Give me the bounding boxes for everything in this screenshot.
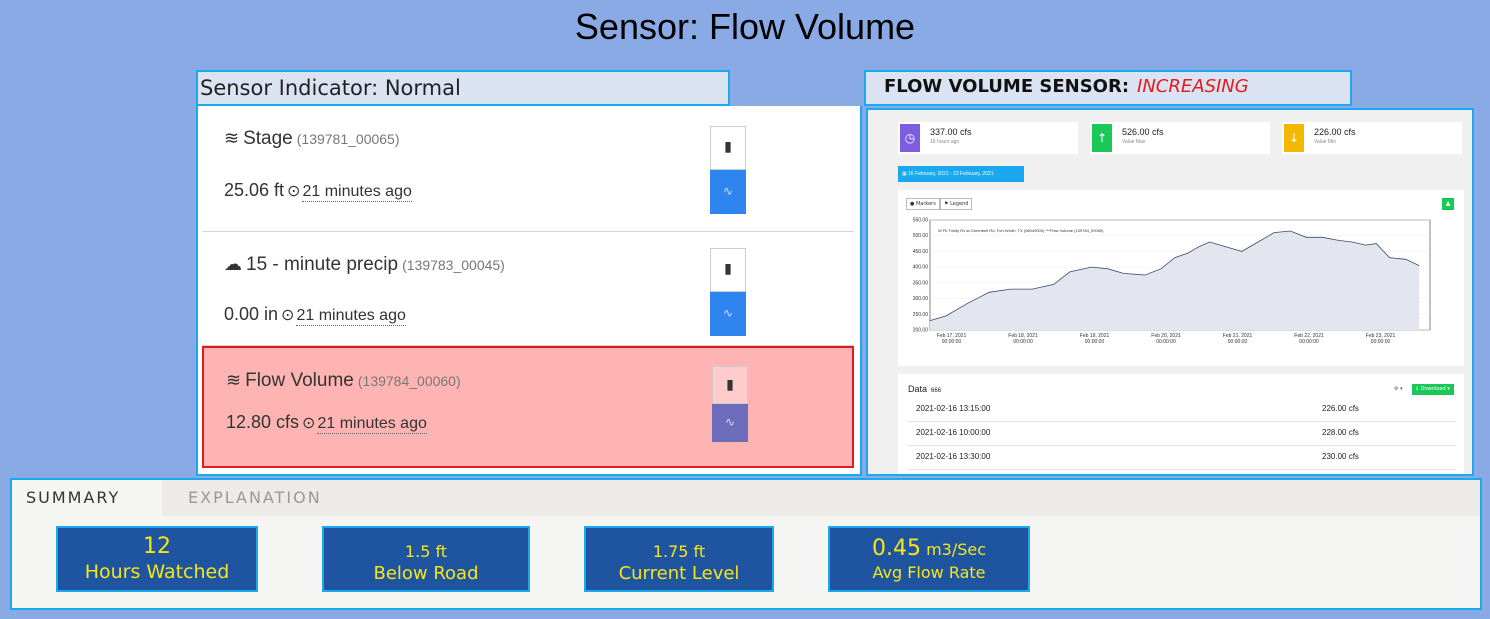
sensor-value: 12.80 cfs ⊙ 21 minutes ago <box>226 412 427 434</box>
y-tick-label: 250.00 <box>913 312 929 318</box>
chart-legend: W Fk Trinity Rv at Greenbelt Rd, Fort Wo… <box>938 228 1104 233</box>
chart-card: ● Markers ⚑ Legend ▲ W Fk Trinity Rv at … <box>898 190 1464 366</box>
waveform-icon: ∿ <box>724 415 736 429</box>
sensor-value: 0.00 in ⊙ 21 minutes ago <box>224 304 406 326</box>
arrow-down-icon: ↓ <box>1284 124 1304 152</box>
data-title: Data 666 <box>908 384 942 394</box>
card-hours-watched: 12 Hours Watched <box>56 526 258 592</box>
x-tick-label: 00:00:00 <box>1371 339 1391 345</box>
tab-summary[interactable]: SUMMARY <box>26 488 120 507</box>
bar-chart-icon: ▮ <box>726 377 734 393</box>
bar-chart-button[interactable]: ▮ <box>710 126 746 170</box>
trend-indicator: FLOW VOLUME SENSOR: INCREASING <box>864 70 1352 106</box>
sensor-item-flow-volume[interactable]: ≋ Flow Volume (139784_00060) 12.80 cfs ⊙ 21 … <box>202 346 854 468</box>
x-tick-label: 00:00:00 <box>1228 339 1248 345</box>
bar-chart-button[interactable]: ▮ <box>710 248 746 292</box>
sensor-name: ≋ Flow Volume (139784_00060) <box>226 370 461 391</box>
dashboard-panel: ◷ 337.00 cfs 16 hours ago ↑ 526.00 cfs V… <box>866 108 1474 476</box>
settings-icon[interactable]: ⚙ ▾ <box>1394 386 1403 392</box>
card-avg-flow-rate: 0.45 m3/Sec Avg Flow Rate <box>828 526 1030 592</box>
waveform-icon: ∿ <box>722 184 734 198</box>
waves-icon: ≋ <box>224 128 240 148</box>
bar-chart-icon: ▮ <box>724 261 732 277</box>
sensor-value: 25.06 ft ⊙ 21 minutes ago <box>224 180 412 202</box>
y-tick-label: 550.00 <box>913 218 929 224</box>
table-row: 2021-02-16 10:00:00 228.00 cfs <box>908 424 1456 446</box>
card-current-level: 1.75 ft Current Level <box>584 526 774 592</box>
table-row: 2021-02-16 13:30:00 230.00 cfs <box>908 448 1456 470</box>
clock-icon: ⊙ <box>281 307 295 324</box>
y-tick-label: 450.00 <box>913 249 929 255</box>
x-tick-label: 00:00:00 <box>1085 339 1105 345</box>
stat-max: ↑ 526.00 cfs Value Max <box>1090 122 1270 154</box>
y-tick-label: 400.00 <box>913 265 929 271</box>
x-tick-label: 00:00:00 <box>1013 339 1033 345</box>
waveform-icon: ∿ <box>722 306 734 320</box>
stat-min: ↓ 226.00 cfs Value Min <box>1282 122 1462 154</box>
x-tick-label: 00:00:00 <box>1299 339 1319 345</box>
download-button[interactable]: ⇩ Download ▾ <box>1412 384 1454 395</box>
page-title: Sensor: Flow Volume <box>574 6 916 47</box>
sensor-indicator: Sensor Indicator: Normal <box>196 70 730 106</box>
y-tick-label: 500.00 <box>913 233 929 239</box>
y-tick-label: 200.00 <box>913 328 929 334</box>
x-tick-label: 00:00:00 <box>942 339 962 345</box>
tab-bar <box>162 480 1480 516</box>
waveform-button[interactable]: ∿ <box>710 170 746 214</box>
waveform-button[interactable]: ∿ <box>710 292 746 336</box>
stat-current: ◷ 337.00 cfs 16 hours ago <box>898 122 1078 154</box>
sensor-item-precip[interactable]: ☁ 15 - minute precip (139783_00045) 0.00 i… <box>202 232 854 346</box>
bar-chart-icon: ▮ <box>724 139 732 155</box>
clock-icon: ⊙ <box>287 183 301 200</box>
date-range-button[interactable]: ▦ 16 February, 2021 - 23 February, 2021 <box>898 166 1024 182</box>
arrow-up-icon: ↑ <box>1092 124 1112 152</box>
y-tick-label: 300.00 <box>913 296 929 302</box>
card-below-road: 1.5 ft Below Road <box>322 526 530 592</box>
clock-icon: ◷ <box>900 124 920 152</box>
y-tick-label: 350.00 <box>913 280 929 286</box>
clock-icon: ⊙ <box>302 415 316 432</box>
tab-explanation[interactable]: EXPLANATION <box>188 488 322 507</box>
sensor-name: ≋ Stage (139781_00065) <box>224 128 400 149</box>
data-card: Data 666 ⚙ ▾ ⇩ Download ▾ 2021-02-16 13:1… <box>898 374 1464 474</box>
waveform-button[interactable]: ∿ <box>712 404 748 442</box>
sensor-list: ≋ Stage (139781_00065) 25.06 ft ⊙ 21 minutes… <box>196 106 862 476</box>
bar-chart-button[interactable]: ▮ <box>712 366 748 404</box>
sensor-name: ☁ 15 - minute precip (139783_00045) <box>224 254 505 275</box>
waves-icon: ≋ <box>226 370 242 390</box>
flow-volume-chart: W Fk Trinity Rv at Greenbelt Rd, Fort Wo… <box>913 218 1431 345</box>
rain-cloud-icon: ☁ <box>224 254 242 274</box>
x-tick-label: 00:00:00 <box>1156 339 1176 345</box>
table-row: 2021-02-16 13:15:00 226.00 cfs <box>908 400 1456 422</box>
sensor-item-stage[interactable]: ≋ Stage (139781_00065) 25.06 ft ⊙ 21 minutes… <box>202 110 854 232</box>
summary-panel: SUMMARY EXPLANATION 12 Hours Watched 1.5… <box>10 478 1482 610</box>
